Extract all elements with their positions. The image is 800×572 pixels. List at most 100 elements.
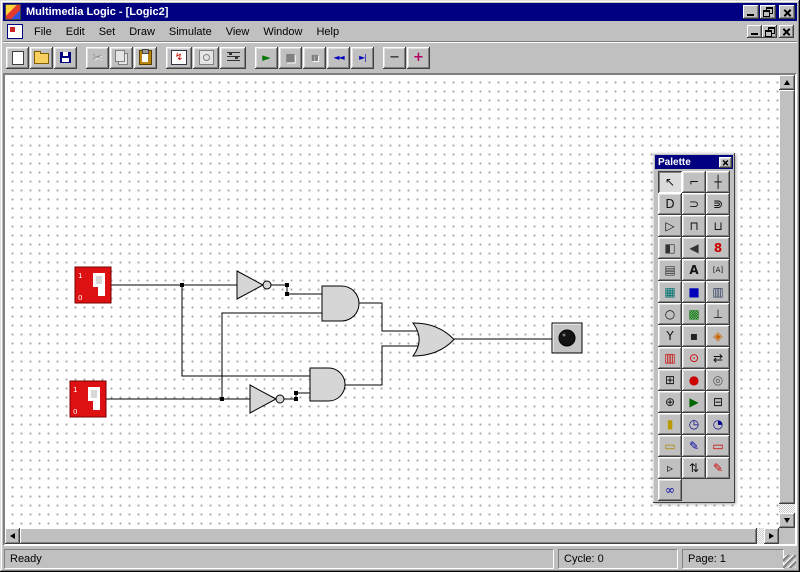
palette-keyboard[interactable]: [A] xyxy=(706,259,730,281)
canvas[interactable]: 1010 Palette ↖⌐┼D⊃⋑▷⊓⊔◧◀8▤A[A]▦■▥○▩⊥Y▪◈▥… xyxy=(5,75,779,528)
horizontal-scroll-thumb[interactable] xyxy=(20,528,757,544)
palette-not-gate[interactable]: ▷ xyxy=(658,215,682,237)
palette-ground[interactable]: ⊥ xyxy=(706,303,730,325)
step-button[interactable]: ►| xyxy=(351,47,374,69)
palette-up-down[interactable]: ⇅ xyxy=(682,457,706,479)
palette-and-gate[interactable]: D xyxy=(658,193,682,215)
palette-close-button[interactable] xyxy=(719,157,732,168)
switch-input[interactable]: 10 xyxy=(75,267,111,303)
palette-flag[interactable]: ◈ xyxy=(706,325,730,347)
palette-ascii-display[interactable]: A xyxy=(682,259,706,281)
palette-seven-segment[interactable]: 8 xyxy=(706,237,730,259)
palette-selector[interactable]: ↖ xyxy=(658,171,682,193)
scroll-down-button[interactable] xyxy=(779,513,795,528)
menu-set[interactable]: Set xyxy=(92,24,123,40)
menu-edit[interactable]: Edit xyxy=(59,24,92,40)
switch-input[interactable]: 10 xyxy=(70,381,106,417)
palette-probe[interactable]: ▹ xyxy=(658,457,682,479)
menu-view[interactable]: View xyxy=(219,24,257,40)
palette-bitmap[interactable]: ▩ xyxy=(682,303,706,325)
menu-simulate[interactable]: Simulate xyxy=(162,24,219,40)
run-button[interactable]: ► xyxy=(255,47,278,69)
wire-junction[interactable] xyxy=(180,283,184,287)
palette-tri-state[interactable]: Y xyxy=(658,325,682,347)
wire-junction[interactable] xyxy=(294,397,298,401)
palette-timer[interactable]: ◔ xyxy=(706,413,730,435)
palette-oscillator[interactable]: ⊓ xyxy=(682,215,706,237)
palette-led[interactable]: ⊙ xyxy=(682,347,706,369)
led-output[interactable] xyxy=(552,323,582,353)
palette-drum[interactable]: ◎ xyxy=(706,369,730,391)
wire[interactable] xyxy=(182,285,310,376)
wire[interactable] xyxy=(271,285,322,294)
palette-text-tool[interactable]: ✎ xyxy=(682,435,706,457)
palette-pen[interactable]: ✎ xyxy=(706,457,730,479)
vertical-scroll-thumb[interactable] xyxy=(779,90,795,504)
palette-battery[interactable]: ▮ xyxy=(658,413,682,435)
window-restore-button[interactable] xyxy=(760,5,776,19)
palette-counter[interactable]: ▥ xyxy=(706,281,730,303)
palette-register[interactable]: ▥ xyxy=(658,347,682,369)
palette-big-led[interactable]: ● xyxy=(682,369,706,391)
palette-flip-flop[interactable]: ⊔ xyxy=(706,215,730,237)
zoom-out-button[interactable]: − xyxy=(383,47,406,69)
new-button[interactable] xyxy=(6,47,29,69)
palette-rectangle[interactable]: ▭ xyxy=(706,435,730,457)
scroll-right-button[interactable] xyxy=(764,528,779,544)
palette-keypad[interactable]: ▦ xyxy=(658,281,682,303)
app-icon[interactable] xyxy=(5,4,21,20)
menu-help[interactable]: Help xyxy=(309,24,346,40)
zoom-in-button[interactable]: + xyxy=(407,47,430,69)
palette-adder[interactable]: ⊕ xyxy=(658,391,682,413)
window-close-button[interactable] xyxy=(779,5,795,19)
palette-led-panel[interactable]: ■ xyxy=(682,281,706,303)
palette-shift-register[interactable]: ⇄ xyxy=(706,347,730,369)
and-gate[interactable] xyxy=(322,286,359,321)
or-gate[interactable] xyxy=(413,323,454,356)
open-button[interactable] xyxy=(30,47,53,69)
palette-rom[interactable]: ▪ xyxy=(682,325,706,347)
not-gate[interactable] xyxy=(250,385,284,413)
mdi-child-icon[interactable] xyxy=(7,24,23,39)
palette-switch[interactable]: ◧ xyxy=(658,237,682,259)
palette-wire[interactable]: ⌐ xyxy=(682,171,706,193)
resize-grip[interactable] xyxy=(783,555,796,568)
mdi-close-button[interactable] xyxy=(779,25,794,38)
scroll-left-button[interactable] xyxy=(5,528,20,544)
not-gate[interactable] xyxy=(237,271,271,299)
window-minimize-button[interactable] xyxy=(743,5,759,19)
palette-or-gate[interactable]: ⊃ xyxy=(682,193,706,215)
palette-amplifier[interactable]: ▶ xyxy=(682,391,706,413)
menu-draw[interactable]: Draw xyxy=(122,24,162,40)
horizontal-scrollbar[interactable] xyxy=(5,528,779,544)
mdi-restore-button[interactable] xyxy=(762,25,777,38)
wire-junction[interactable] xyxy=(294,391,298,395)
wire-junction[interactable] xyxy=(285,283,289,287)
palette-node[interactable]: ┼ xyxy=(706,171,730,193)
simulate-wizard-button[interactable] xyxy=(166,47,192,69)
palette-ram[interactable]: ⊞ xyxy=(658,369,682,391)
menu-file[interactable]: File xyxy=(27,24,59,40)
palette-titlebar[interactable]: Palette xyxy=(655,155,733,169)
palette-speaker[interactable]: ◀ xyxy=(682,237,706,259)
wire-junction[interactable] xyxy=(220,397,224,401)
save-button[interactable] xyxy=(54,47,77,69)
palette-oval[interactable]: ○ xyxy=(658,303,682,325)
palette-label[interactable]: ▭ xyxy=(658,435,682,457)
wire[interactable] xyxy=(222,313,322,399)
paste-button[interactable] xyxy=(134,47,157,69)
vertical-scrollbar[interactable] xyxy=(779,75,795,528)
wire-junction[interactable] xyxy=(285,292,289,296)
reset-button[interactable]: ◄◄ xyxy=(327,47,350,69)
options-button[interactable] xyxy=(220,47,246,69)
palette-bus-link[interactable]: ∞ xyxy=(658,479,682,501)
and-gate[interactable] xyxy=(310,368,345,401)
scroll-up-button[interactable] xyxy=(779,75,795,90)
wire[interactable] xyxy=(345,346,418,385)
palette-clock[interactable]: ◷ xyxy=(682,413,706,435)
wire[interactable] xyxy=(359,303,418,331)
palette-bin-counter[interactable]: ⊟ xyxy=(706,391,730,413)
palette-xor-gate[interactable]: ⋑ xyxy=(706,193,730,215)
menu-window[interactable]: Window xyxy=(256,24,309,40)
palette-slider[interactable]: ▤ xyxy=(658,259,682,281)
